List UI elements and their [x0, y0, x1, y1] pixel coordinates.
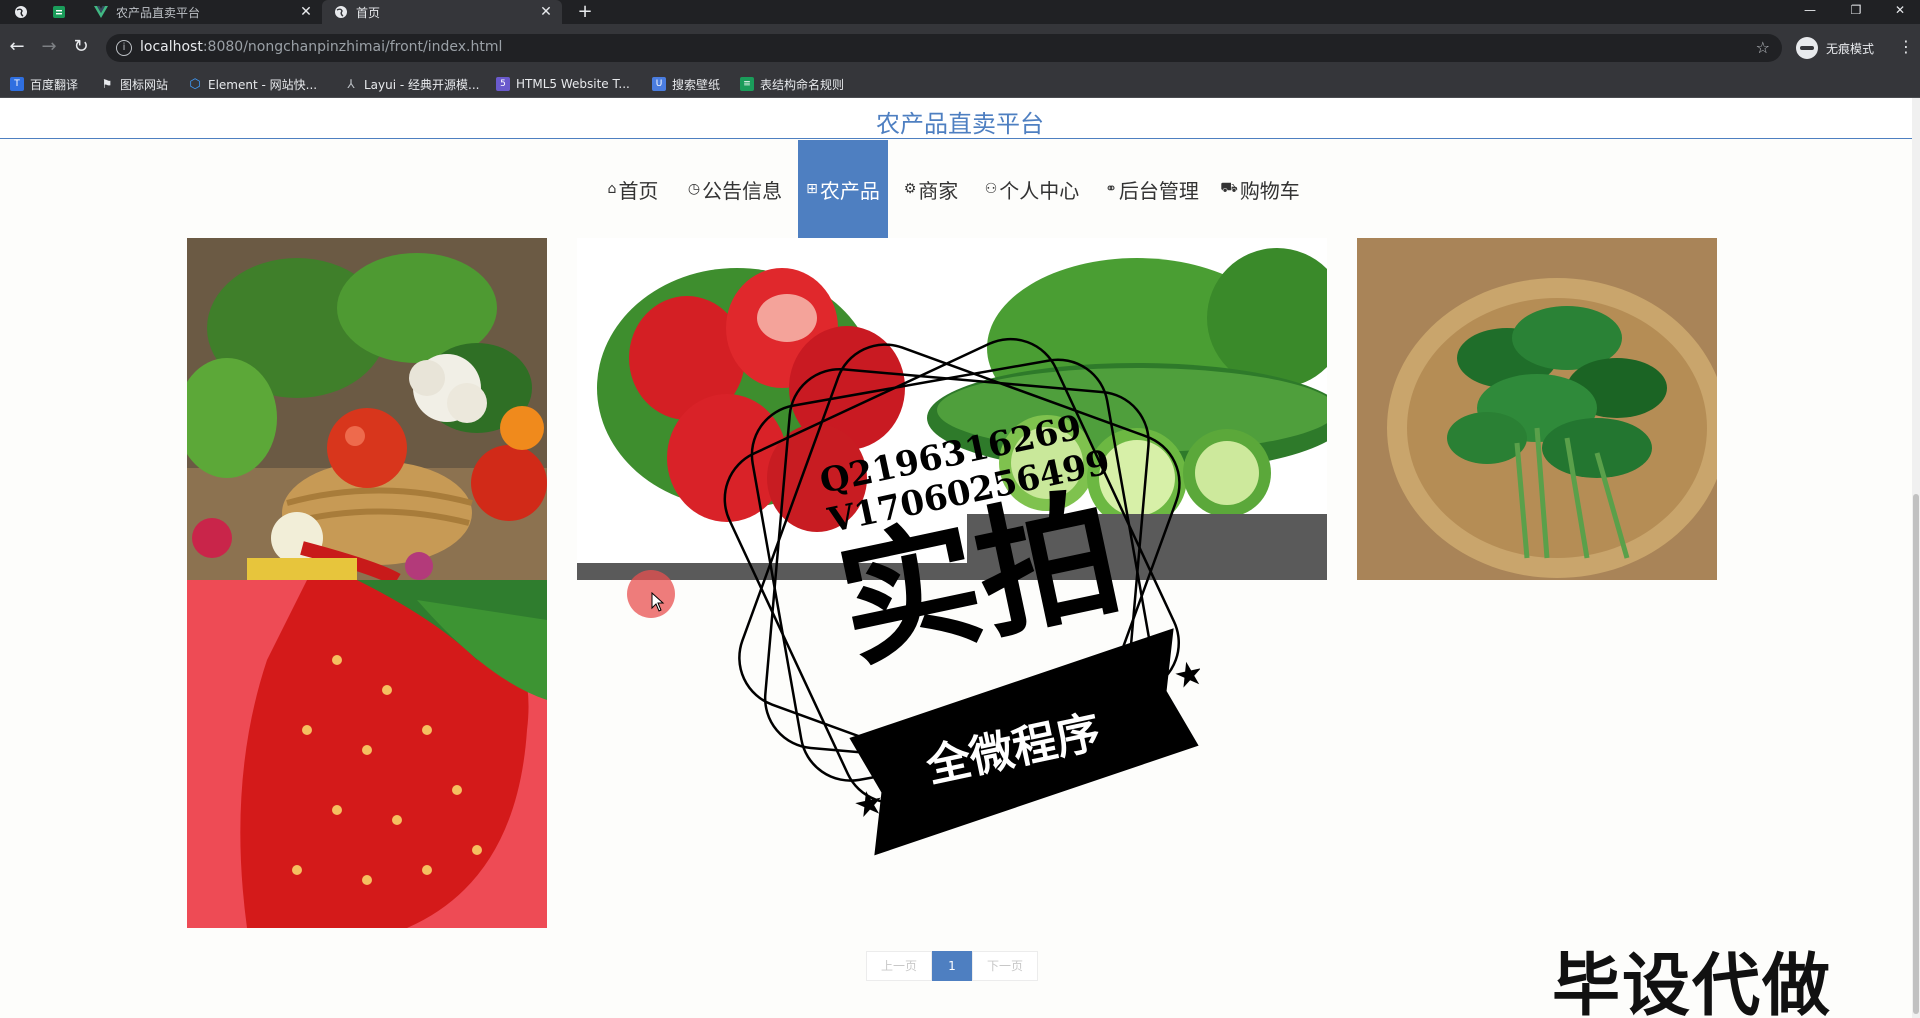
browser-toolbar: ← → ↻ i localhost:8080/nongchanpinzhimai…: [0, 24, 1920, 70]
tab-nongchanpin[interactable]: 农产品直卖平台 ✕: [82, 0, 322, 24]
strawberry-picture: [187, 580, 547, 928]
nav-item-admin[interactable]: ⚭ 后台管理: [1100, 140, 1204, 238]
product-image-strawberry[interactable]: [187, 580, 547, 928]
incognito-indicator[interactable]: 无痕模式: [1796, 34, 1874, 62]
flag-icon: ⚑: [101, 77, 113, 91]
bookmarks-bar: T 百度翻译 ⚑ 图标网站 ⬡ Element - 网站快... ⅄ Layui - 经…: [0, 70, 1920, 98]
pinned-tab-globe[interactable]: [4, 0, 38, 24]
info-icon[interactable]: i: [116, 40, 132, 56]
prev-page-button[interactable]: 上一页: [866, 951, 932, 981]
nav-item-profile[interactable]: ⚇ 个人中心: [980, 140, 1084, 238]
incognito-label: 无痕模式: [1826, 41, 1875, 56]
nav-item-merchants[interactable]: ⚙ 商家: [900, 140, 962, 238]
bookmark-item[interactable]: ⚑ 图标网站: [100, 70, 168, 98]
tab-title: 农产品直卖平台: [116, 5, 201, 20]
close-window-button[interactable]: ✕: [1880, 0, 1920, 24]
globe-icon: [334, 5, 348, 19]
bookmark-item[interactable]: U 搜索壁纸: [652, 70, 720, 98]
star-icon: ★: [1170, 652, 1200, 697]
bookmark-item[interactable]: ⬡ Element - 网站快...: [188, 70, 317, 98]
next-page-button[interactable]: 下一页: [972, 951, 1038, 981]
layui-icon: ⅄: [347, 77, 355, 91]
tab-title: 首页: [356, 5, 381, 20]
page-1-button[interactable]: 1: [932, 951, 972, 981]
element-hex-icon: ⬡: [189, 76, 201, 92]
pinned-tab-app[interactable]: [42, 0, 76, 24]
menu-kebab-icon[interactable]: ⋮: [1898, 36, 1914, 58]
wallpaper-search-icon: U: [652, 77, 666, 91]
user-icon: ⚇: [984, 181, 998, 197]
mouse-pointer-icon: [651, 592, 665, 612]
vue-icon: [94, 5, 108, 19]
minimize-button[interactable]: —: [1790, 0, 1830, 24]
link-icon: ⚭: [1105, 181, 1117, 197]
tab-home[interactable]: 首页 ✕: [322, 0, 562, 24]
bookmark-item[interactable]: ⅄ Layui - 经典开源模...: [344, 70, 479, 98]
nav-item-home[interactable]: ⌂ 首页: [600, 140, 666, 238]
home-icon: ⌂: [607, 181, 617, 197]
site-header: 农产品直卖平台: [0, 98, 1920, 139]
bookmark-item[interactable]: 5 HTML5 Website T...: [496, 70, 630, 98]
web-page: 农产品直卖平台 ⌂ 首页 ◷ 公告信息 ⊞ 农产品 ⚙ 商家 ⚇ 个人中心 ⚭ 后台管理 ⛟…: [0, 98, 1920, 1018]
new-tab-button[interactable]: +: [574, 0, 596, 24]
gear-icon: ⚙: [903, 181, 917, 197]
cart-icon: ⛟: [1220, 180, 1238, 196]
page-scrollbar[interactable]: [1912, 98, 1920, 1018]
close-icon[interactable]: ✕: [296, 4, 316, 20]
html5-icon: 5: [496, 77, 510, 91]
bookmark-star-icon[interactable]: ☆: [1756, 38, 1770, 57]
reload-icon[interactable]: ↻: [70, 36, 92, 58]
grid-icon: ⊞: [806, 181, 818, 197]
app-icon: [53, 6, 65, 18]
baidu-translate-icon: T: [10, 77, 24, 91]
incognito-icon: [1796, 37, 1818, 59]
restore-button[interactable]: ❐: [1836, 0, 1876, 24]
nav-item-notice[interactable]: ◷ 公告信息: [684, 140, 786, 238]
spinach-picture: [1357, 238, 1717, 580]
table-icon: ≡: [740, 77, 754, 91]
back-arrow-icon[interactable]: ←: [6, 36, 28, 58]
nav-item-cart[interactable]: ⛟ 购物车: [1220, 140, 1300, 238]
product-image-vegetables[interactable]: [187, 238, 547, 580]
clock-icon: ◷: [687, 181, 701, 197]
bookmark-item[interactable]: T 百度翻译: [10, 70, 78, 98]
vegetables-picture: [187, 238, 547, 580]
url-text[interactable]: localhost:8080/nongchanpinzhimai/front/i…: [140, 39, 502, 55]
browser-tab-strip: 农产品直卖平台 ✕ 首页 ✕ + — ❐ ✕: [0, 0, 1920, 24]
main-nav: ⌂ 首页 ◷ 公告信息 ⊞ 农产品 ⚙ 商家 ⚇ 个人中心 ⚭ 后台管理 ⛟ 购物车: [0, 140, 1920, 238]
product-image-spinach[interactable]: [1357, 238, 1717, 580]
watermark-corner-text: 毕设代做: [1552, 947, 1833, 1018]
site-title: 农产品直卖平台: [876, 110, 1044, 138]
nav-item-products[interactable]: ⊞ 农产品: [798, 140, 888, 238]
pagination: 上一页 1 下一页: [866, 951, 1038, 981]
scrollbar-thumb[interactable]: [1913, 494, 1919, 1014]
watermark-stamp: Q2196316269 V17060256499 实拍 全微程序 ★ ★: [723, 337, 1200, 856]
address-bar[interactable]: i localhost:8080/nongchanpinzhimai/front…: [106, 34, 1782, 62]
bookmark-item[interactable]: ≡ 表结构命名规则: [740, 70, 844, 98]
close-icon[interactable]: ✕: [536, 4, 556, 20]
forward-arrow-icon[interactable]: →: [38, 36, 60, 58]
globe-icon: [15, 6, 27, 18]
